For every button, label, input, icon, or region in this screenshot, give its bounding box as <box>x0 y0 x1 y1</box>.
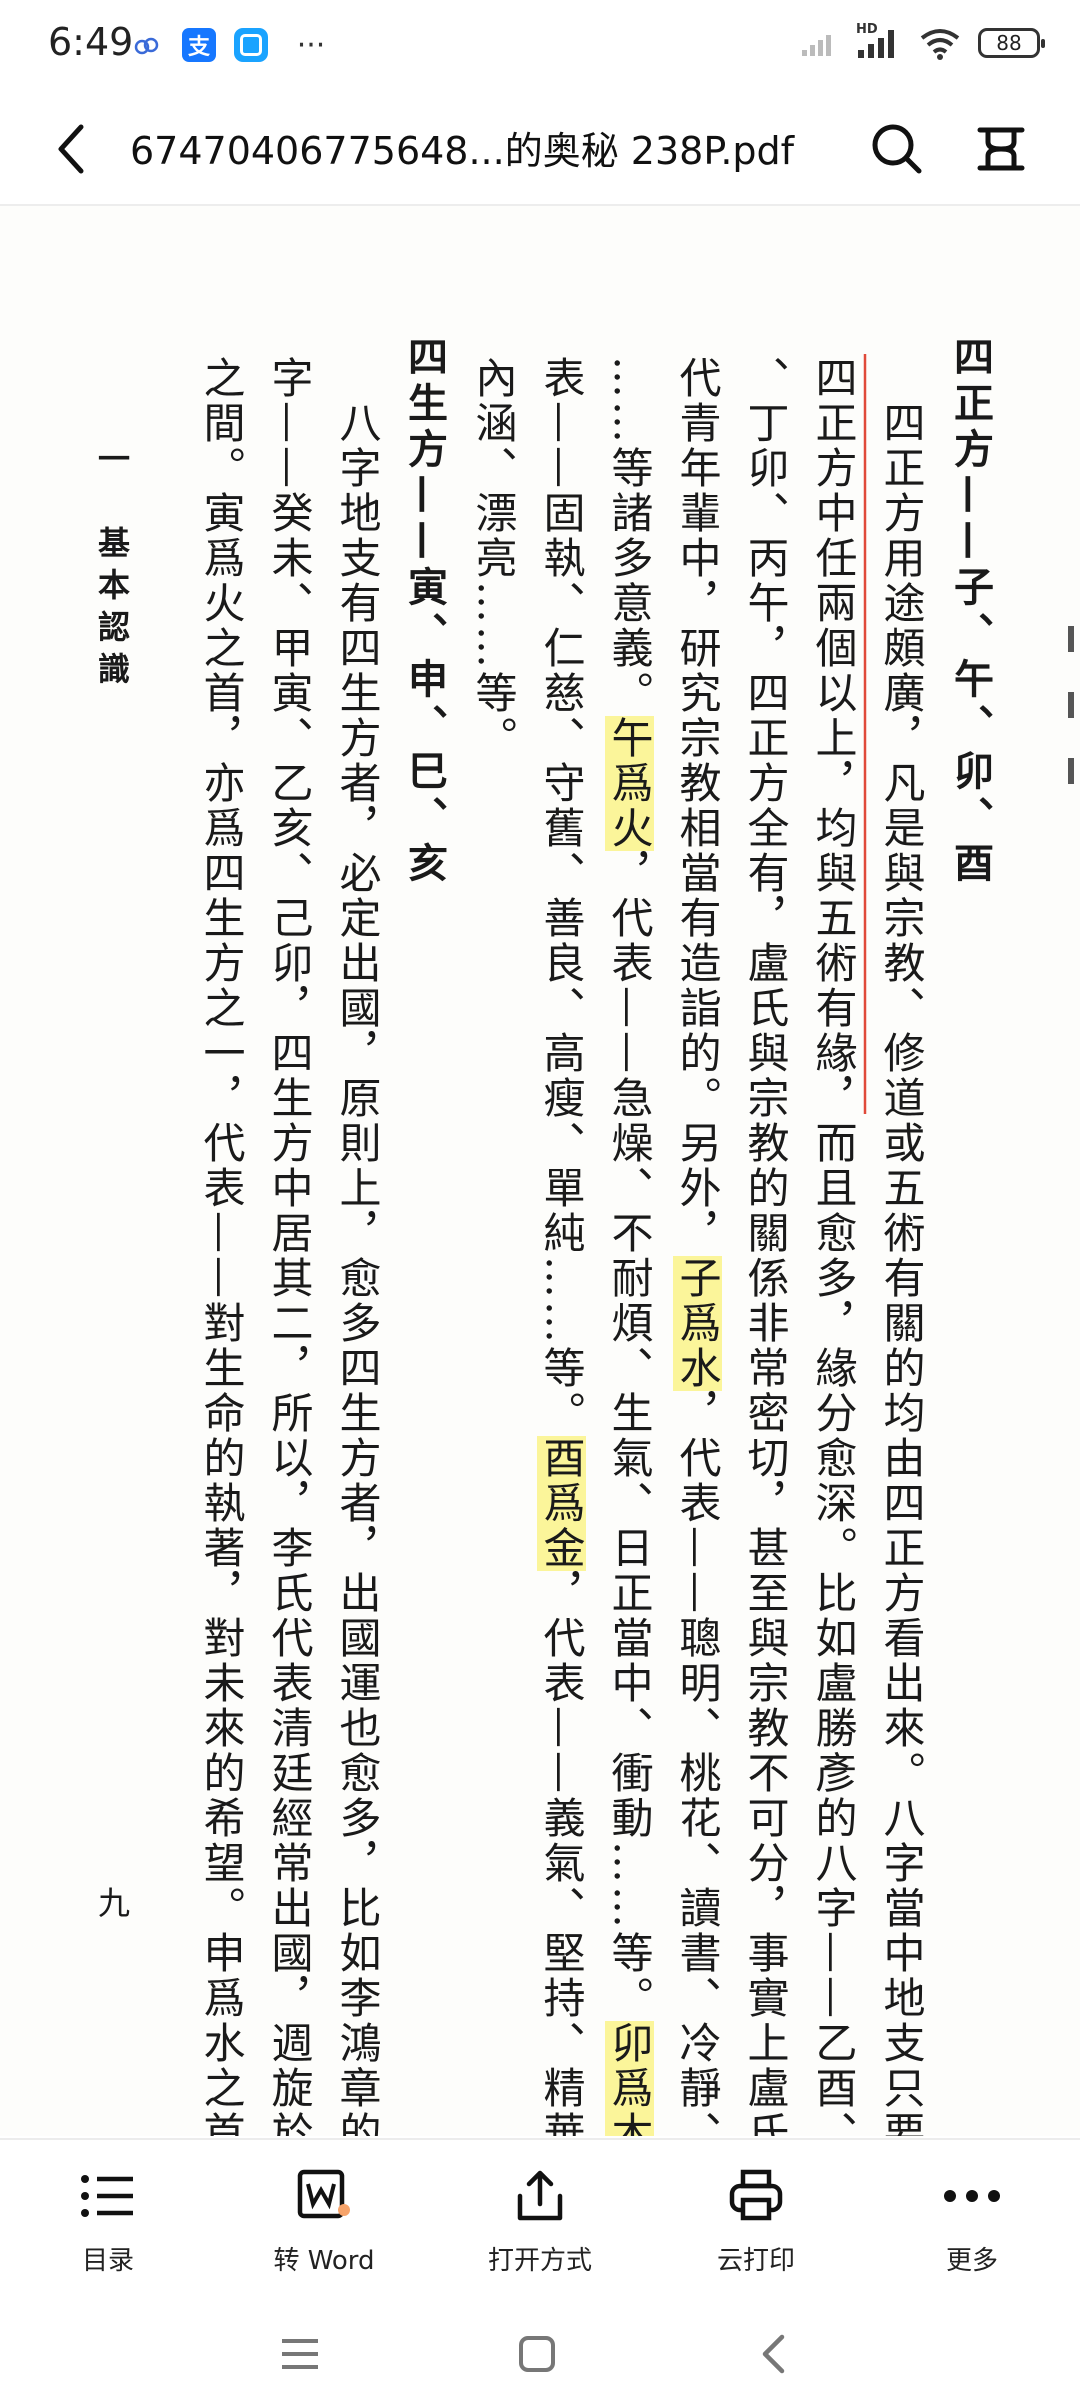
back-button[interactable] <box>36 114 106 184</box>
text-column-7: 內涵、漂亮……等。 <box>469 356 518 761</box>
text-column-4: 代青年輩中，研究宗教相當有造詣的。另外，子爲水，代表——聰明、桃花、讀書、冷靜、… <box>673 356 722 2136</box>
chevron-left-icon <box>58 124 84 174</box>
text-column-10: 之間。寅爲火之首，亦爲四生方之一，代表——對生命的執著，對未來的希望。申爲水之首… <box>197 356 246 2136</box>
title-bar: 67470406775648...的奥秘 238P.pdf <box>0 92 1080 206</box>
nav-back-button[interactable] <box>728 2322 818 2386</box>
search-button[interactable] <box>862 114 932 184</box>
toolbar-convert-word-label: 转 Word <box>273 2246 375 2276</box>
status-bar: 6:49 支 ··· HD 88 <box>0 0 1080 92</box>
back-icon <box>762 2334 785 2374</box>
printer-icon <box>724 2164 788 2228</box>
signal-hd-icon: HD <box>854 22 902 60</box>
bottom-toolbar: 目录 转 Word 打开方式 云打印 更多 <box>0 2138 1080 2310</box>
vertical-mode-icon <box>977 127 1025 171</box>
nav-home-button[interactable] <box>492 2322 582 2386</box>
text-column-9: 字——癸未、甲寅、乙亥、己卯，四生方中居其二，所以，李氏代表清廷經常出國，週旋於… <box>265 356 314 2136</box>
text-column-2: 四正方中任兩個以上，均與五術有緣，而且愈多，緣分愈深。比如盧勝彥的八字——乙酉、… <box>809 356 858 2136</box>
text-column-3: 、丁卯、丙午，四正方全有，盧氏與宗教的關係非常密切，甚至與宗教不可分，事實上盧氏… <box>741 356 790 2136</box>
battery-indicator: 88 <box>978 28 1045 58</box>
text-column-5: ……等諸多意義。午爲火，代表——急燥、不耐煩、生氣、日正當中、衝動……等。卯爲木… <box>605 356 654 2136</box>
status-time: 6:49 <box>48 20 134 64</box>
toolbar-more-button[interactable]: 更多 <box>882 2164 1062 2294</box>
toolbar-open-with-label: 打开方式 <box>487 2246 592 2276</box>
highlighted-phrase: 酉爲金 <box>537 1436 586 1571</box>
highlighted-phrase: 子爲水 <box>673 1256 722 1391</box>
heading-four-growth: 四生方——寅、申、巳、亥 <box>401 336 448 888</box>
toolbar-cloud-print-button[interactable]: 云打印 <box>666 2164 846 2294</box>
more-dots-icon: ··· <box>296 27 326 63</box>
text-column-6: 表——固執、仁慈、守舊、善良、高瘦、單純……等。酉爲金，代表——義氣、堅持、精華… <box>537 356 586 2136</box>
app-icon <box>234 28 268 62</box>
nav-recent-apps-button[interactable] <box>255 2322 345 2386</box>
toolbar-open-with-button[interactable]: 打开方式 <box>450 2164 630 2294</box>
chapter-title: 一 基本認識 <box>93 442 131 694</box>
toolbar-more-label: 更多 <box>945 2246 998 2276</box>
alipay-icon: 支 <box>182 28 216 62</box>
page-number: 九 <box>93 1886 131 1918</box>
red-annotation-line <box>863 354 867 1114</box>
notification-icons: 支 ··· <box>130 27 336 63</box>
highlighted-phrase: 卯爲木 <box>605 2021 654 2136</box>
toolbar-contents-button[interactable]: 目录 <box>18 2164 198 2294</box>
text-column-1: 四正方用途頗廣，凡是與宗教、修道或五術有關的均由四正方看出來。八字當中地支只要有 <box>877 356 926 2136</box>
heading-four-cardinal: 四正方——子、午、卯、酉 <box>947 336 994 888</box>
cloud-icon <box>130 28 164 62</box>
list-icon <box>76 2164 140 2228</box>
signal-weak-icon <box>802 35 831 56</box>
toolbar-cloud-print-label: 云打印 <box>716 2246 795 2276</box>
highlighted-phrase: 午爲火 <box>605 716 654 851</box>
convert-word-icon <box>292 2164 356 2228</box>
toolbar-contents-label: 目录 <box>81 2246 134 2276</box>
wifi-icon <box>920 29 960 60</box>
home-icon <box>519 2336 555 2372</box>
page-edge-marks <box>1068 626 1076 786</box>
search-icon <box>872 124 922 174</box>
document-title: 67470406775648...的奥秘 238P.pdf <box>130 129 795 173</box>
pdf-page[interactable]: 四正方——子、午、卯、酉 四正方用途頗廣，凡是與宗教、修道或五術有關的均由四正方… <box>0 206 1080 2136</box>
menu-icon <box>282 2339 318 2369</box>
status-right: HD 88 <box>800 22 1045 60</box>
reading-mode-button[interactable] <box>966 114 1036 184</box>
more-icon <box>940 2164 1004 2228</box>
share-icon <box>508 2164 572 2228</box>
text-column-8: 八字地支有四生方者，必定出國，原則上，愈多四生方者，出國運也愈多，比如李鴻章的八 <box>333 356 382 2136</box>
system-nav-bar <box>0 2308 1080 2400</box>
toolbar-convert-word-button[interactable]: 转 Word <box>234 2164 414 2294</box>
